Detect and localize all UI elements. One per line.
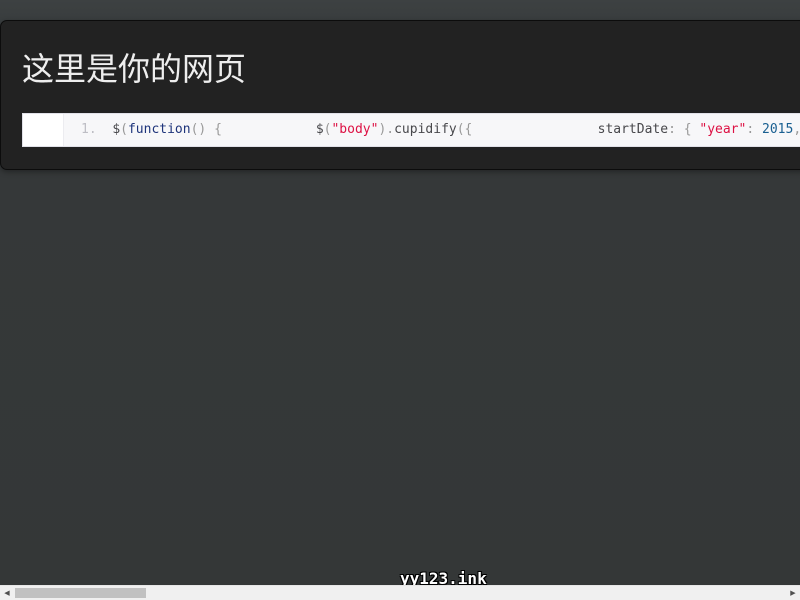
code-token-punct: , — [793, 122, 800, 137]
code-token-method: cupidify — [394, 122, 457, 137]
code-block: 1. $(function() { $("body").cupidify({ s… — [22, 113, 800, 147]
code-token-property: startDate — [472, 122, 669, 137]
code-line: 1. $(function() { $("body").cupidify({ s… — [81, 114, 800, 146]
scroll-left-arrow-icon[interactable]: ◀ — [0, 586, 14, 600]
code-token-punct: : — [746, 122, 755, 137]
code-token-punct: : { — [668, 122, 692, 137]
code-token-string: "year" — [699, 122, 747, 137]
code-token-punct: ({ — [456, 122, 473, 137]
code-token-keyword: function — [127, 122, 191, 137]
code-token-dollar: $ — [221, 122, 324, 137]
code-gutter — [23, 114, 64, 146]
code-token-punct: () { — [190, 122, 222, 137]
code-token-string: "body" — [331, 122, 379, 137]
scroll-right-arrow-icon[interactable]: ▶ — [786, 586, 800, 600]
line-number: 1. — [81, 122, 97, 137]
horizontal-scrollbar[interactable]: ◀ ▶ — [0, 585, 800, 600]
code-token-number: 2015 — [762, 122, 794, 137]
scrollbar-thumb[interactable] — [15, 588, 146, 598]
code-token-paren: ( — [120, 122, 128, 137]
page-title: 这里是你的网页 — [22, 50, 247, 88]
code-token-punct: ). — [378, 122, 395, 137]
code-token-dollar: $ — [112, 122, 121, 137]
header-panel: 这里是你的网页 1. $(function() { $("body").cupi… — [0, 20, 800, 170]
